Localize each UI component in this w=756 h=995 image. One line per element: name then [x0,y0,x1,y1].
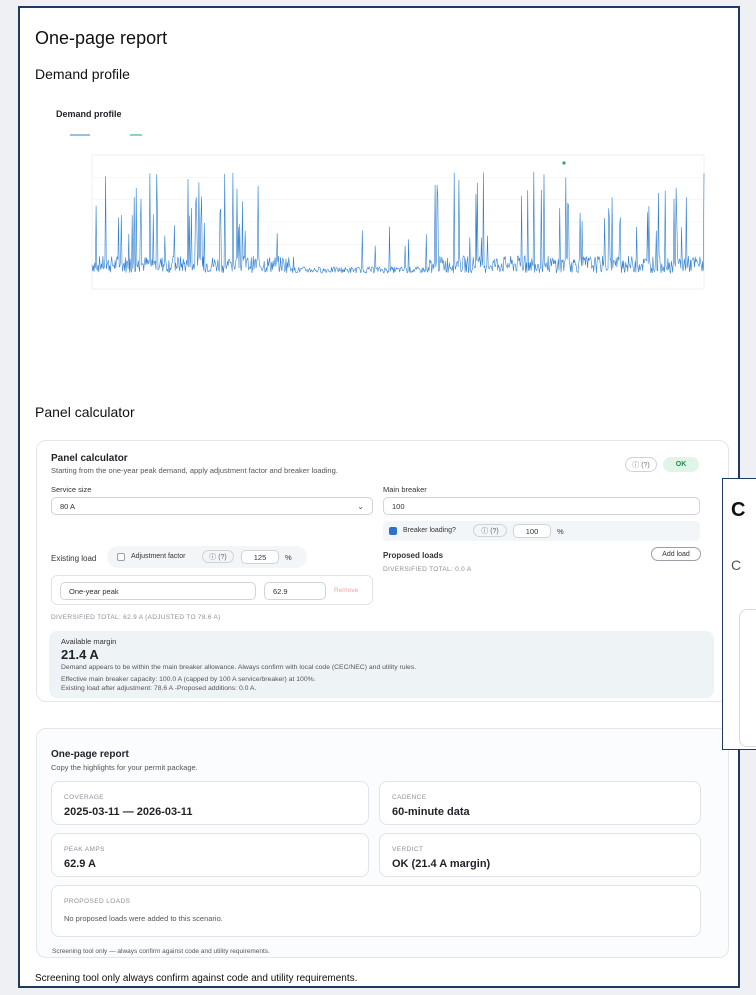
diversified-total: DIVERSIFIED TOTAL: 62.9 A (ADJUSTED TO 7… [51,614,221,621]
adjustment-factor-input[interactable]: 125 [241,550,279,564]
peak-value: 62.9 A [64,858,97,870]
adjustment-factor-row: Adjustment factor ⓘ (?) 125 % [107,546,307,568]
peak-marker [562,161,566,165]
side-panel-heading: C [731,499,746,521]
adjustment-factor-label: Adjustment factor [131,553,186,560]
available-margin-box: Available margin 21.4 A Demand appears t… [49,631,714,698]
peak-stat: PEAK AMPS 62.9 A [51,833,369,877]
remove-load-button[interactable]: Remove [334,587,358,594]
margin-value: 21.4 A [61,647,99,662]
margin-note: Demand appears to be within the main bre… [61,664,417,671]
breaker-loading-checkbox[interactable] [389,527,397,535]
breaker-loading-percent: % [557,527,564,536]
adjustment-factor-checkbox[interactable] [117,553,125,561]
cadence-value: 60-minute data [392,806,470,818]
adjustment-percent: % [285,553,292,562]
service-size-select[interactable]: 80 A ⌄ [51,497,373,515]
panel-calculator-heading: Panel calculator [35,404,135,420]
side-panel-subheading: C [731,557,742,573]
proposed-loads-label: Proposed loads [383,551,444,560]
load-row: One-year peak 62.9 Remove [51,575,373,605]
series-line-amps [91,171,705,274]
side-panel: C C [722,478,756,750]
panel-calculator-card: Panel calculator Starting from the one-y… [36,440,729,702]
side-panel-card-1 [739,609,756,747]
service-size-label: Service size [51,485,92,494]
chevron-down-icon: ⌄ [357,501,364,511]
chart-svg: Demand profile [56,109,705,290]
main-breaker-input[interactable]: 100 [383,497,700,515]
proposed-loads-label: PROPOSED LOADS [64,898,131,905]
summary-card: One-page report Copy the highlights for … [36,728,729,958]
coverage-value: 2025-03-11 — 2026-03-11 [64,806,193,818]
report-page: One-page report Demand profile Demand pr… [18,6,740,988]
existing-load-label: Existing load [51,554,97,563]
breaker-loading-label: Breaker loading? [403,527,456,534]
margin-detail-capacity: Effective main breaker capacity: 100.0 A… [61,676,316,683]
demand-profile-heading: Demand profile [35,66,130,82]
breaker-loading-input[interactable]: 100 [513,524,551,538]
coverage-label: COVERAGE [64,794,105,801]
cadence-stat: CADENCE 60-minute data [379,781,701,825]
summary-title: One-page report [51,749,129,760]
calc-subtitle: Starting from the one-year peak demand, … [51,466,338,475]
load-value-input[interactable]: 62.9 [264,582,326,600]
info-badge[interactable]: ⓘ (?) [625,457,657,472]
margin-detail-existing: Existing load after adjustment: 78.6 A -… [61,685,257,692]
load-name-input[interactable]: One-year peak [60,582,256,600]
cadence-label: CADENCE [392,794,427,801]
proposed-loads-value: No proposed loads were added to this sce… [64,914,223,923]
summary-footnote: Screening tool only — always confirm aga… [52,948,270,955]
summary-subtitle: Copy the highlights for your permit pack… [51,763,198,772]
adjustment-info[interactable]: ⓘ (?) [202,550,234,563]
proposed-total: DIVERSIFIED TOTAL: 0.0 A [383,566,472,573]
verdict-value: OK (21.4 A margin) [392,858,491,870]
ok-badge: OK [663,457,699,472]
calc-title: Panel calculator [51,453,128,464]
page-title: One-page report [35,28,168,48]
page-footer: Screening tool only always confirm again… [35,973,358,984]
peak-label: PEAK AMPS [64,846,105,853]
breaker-loading-row: Breaker loading? ⓘ (?) 100 % [383,521,700,541]
add-load-button[interactable]: Add load [651,547,701,561]
coverage-stat: COVERAGE 2025-03-11 — 2026-03-11 [51,781,369,825]
demand-profile-chart: Demand profile [50,103,710,348]
service-size-value: 80 A [60,501,76,511]
proposed-loads-stat: PROPOSED LOADS No proposed loads were ad… [51,885,701,937]
breaker-loading-info[interactable]: ⓘ (?) [473,524,507,537]
chart-title: Demand profile [56,109,122,119]
margin-label: Available margin [61,637,117,646]
main-breaker-label: Main breaker [383,485,427,494]
verdict-label: VERDICT [392,846,424,853]
verdict-stat: VERDICT OK (21.4 A margin) [379,833,701,877]
